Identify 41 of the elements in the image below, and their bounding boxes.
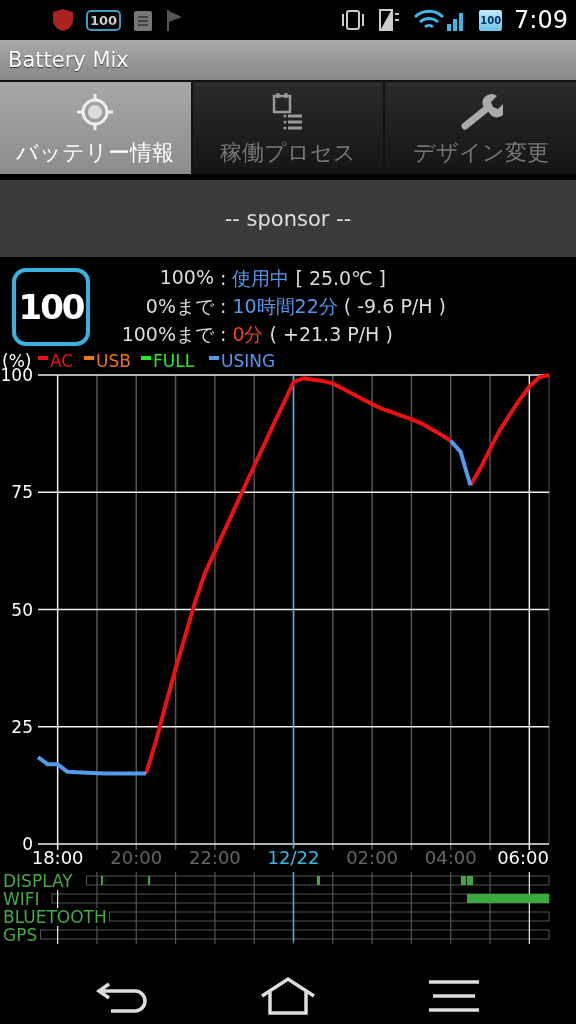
y-tick-label: 50 <box>11 599 33 620</box>
separator: : <box>219 323 228 345</box>
legend-label: AC <box>50 351 74 371</box>
info-detail: [ 25.0℃ ] <box>295 267 386 289</box>
y-tick-label: 25 <box>11 716 33 737</box>
legend-item: USB <box>84 351 131 371</box>
x-tick-label: 06:00 <box>497 847 549 868</box>
lane-label: GPS <box>3 925 38 945</box>
x-tick-label: 04:00 <box>424 847 477 868</box>
clock-time: 7:09 <box>514 6 568 34</box>
legend-label: USB <box>96 351 131 371</box>
sponsor-banner: -- sponsor -- <box>0 180 576 257</box>
info-detail: ( -9.6 P/H ) <box>343 295 446 317</box>
info-detail: ( +21.3 P/H ) <box>269 323 393 345</box>
y-tick-label: 75 <box>11 482 33 503</box>
battery-icon: 100 <box>479 9 503 31</box>
legend-item: USING <box>209 351 276 371</box>
legend-item: FULL <box>141 351 195 371</box>
x-tick-label: 20:00 <box>110 847 163 868</box>
x-tick-label: 12/22 <box>267 847 320 868</box>
x-tick-label: 02:00 <box>346 847 399 868</box>
notification-badge: 100 <box>86 9 122 31</box>
lane-label: WIFI <box>3 889 40 909</box>
separator: : <box>219 267 228 289</box>
legend-label: FULL <box>153 351 195 371</box>
info-value: 10時間22分 <box>232 295 338 317</box>
y-tick-label: 0 <box>22 834 33 854</box>
app-title: Battery Mix <box>0 40 576 80</box>
lane-label: DISPLAY <box>3 872 73 891</box>
x-tick-label: 22:00 <box>188 847 241 868</box>
info-label: 0%まで <box>144 294 214 319</box>
battery-level-badge: 100 <box>12 268 90 346</box>
info-value: 使用中 <box>232 267 290 289</box>
separator: : <box>219 295 228 317</box>
info-value: 0分 <box>232 323 264 345</box>
lane-label: BLUETOOTH <box>3 907 107 927</box>
info-label: 100% <box>158 266 214 290</box>
info-label: 100%まで <box>120 322 214 347</box>
legend-label: USING <box>221 351 276 371</box>
legend-item: AC <box>38 351 74 371</box>
x-tick-label: 18:00 <box>31 847 84 868</box>
